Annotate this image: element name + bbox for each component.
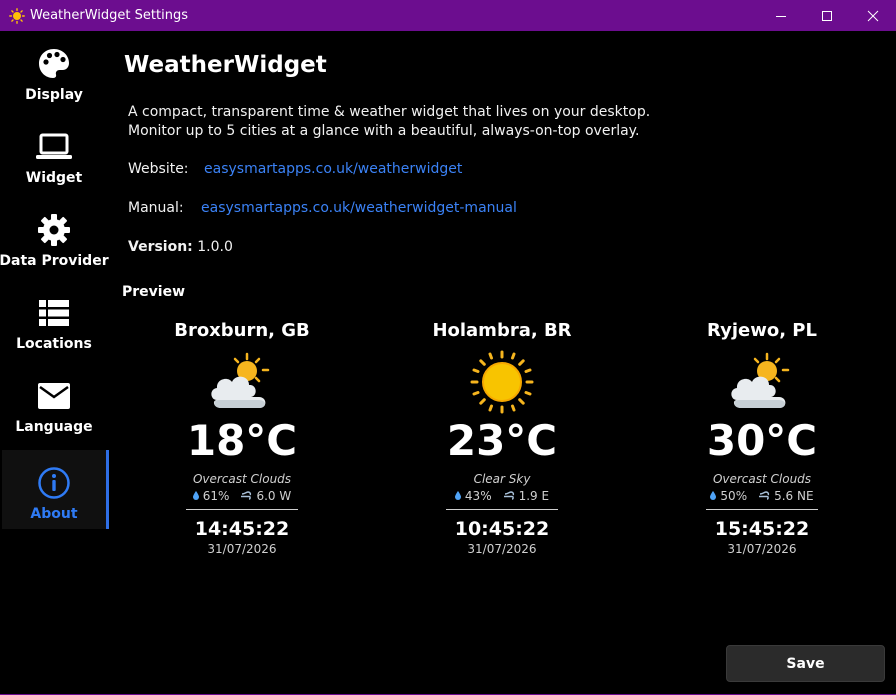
partly-cloudy-icon [652, 348, 872, 416]
minimize-button[interactable] [758, 0, 804, 31]
humidity-value: 61% [202, 489, 230, 503]
sidebar-item-language[interactable]: Language [2, 363, 106, 442]
temperature: 23°C [446, 416, 558, 465]
sidebar-item-display[interactable]: Display [2, 31, 106, 110]
humidity-value: 50% [720, 489, 748, 503]
gear-icon [38, 214, 70, 246]
wind-icon [241, 489, 252, 503]
description-line: A compact, transparent time & weather wi… [128, 104, 651, 120]
sidebar: Display Widget Data Provider Locations L… [0, 31, 110, 695]
weather-card: Holambra, BR 23°C Clear Sky 43% 1.9 E 10… [392, 320, 612, 556]
sidebar-item-label: Data Provider [0, 253, 109, 269]
divider [186, 509, 298, 510]
sidebar-item-data-provider[interactable]: Data Provider [0, 197, 109, 276]
manual-label: Manual: [128, 200, 184, 216]
sun-icon [392, 348, 612, 416]
weather-card: Ryjewo, PL 30°C Overcast Clouds 50% 5.6 … [652, 320, 872, 556]
humidity-icon [454, 489, 461, 503]
sidebar-item-label: Widget [25, 170, 83, 186]
laptop-icon [36, 133, 72, 159]
sidebar-item-label: About [30, 506, 78, 522]
condition: Overcast Clouds [192, 472, 292, 486]
local-date: 31/07/2026 [467, 542, 537, 556]
version-info: Version: 1.0.0 [128, 239, 233, 255]
title-bar: WeatherWidget Settings [0, 0, 896, 31]
sidebar-item-label: Language [15, 419, 93, 435]
wind-icon [759, 489, 770, 503]
close-icon [867, 10, 879, 21]
sidebar-item-label: Locations [16, 336, 92, 352]
sidebar-item-about[interactable]: About [2, 450, 106, 529]
sun-icon [6, 5, 28, 27]
active-indicator [106, 450, 109, 529]
condition: Overcast Clouds [712, 472, 812, 486]
divider [706, 509, 818, 510]
local-time: 15:45:22 [714, 518, 810, 540]
sidebar-item-widget[interactable]: Widget [2, 114, 106, 193]
page-title: WeatherWidget [124, 52, 327, 78]
save-button[interactable]: Save [726, 645, 885, 682]
description: A compact, transparent time & weather wi… [128, 103, 650, 141]
city-name: Broxburn, GB [174, 320, 310, 341]
local-date: 31/07/2026 [207, 542, 277, 556]
temperature: 30°C [706, 416, 818, 465]
sidebar-item-locations[interactable]: Locations [2, 280, 106, 359]
website-link[interactable]: easysmartapps.co.uk/weatherwidget [204, 161, 462, 177]
humidity-icon [192, 489, 199, 503]
wind-value: 6.0 W [256, 489, 292, 503]
manual-link[interactable]: easysmartapps.co.uk/weatherwidget-manual [201, 200, 517, 216]
maximize-button[interactable] [804, 0, 850, 31]
minimize-icon [776, 15, 786, 17]
close-button[interactable] [850, 0, 896, 31]
maximize-icon [822, 10, 832, 21]
local-date: 31/07/2026 [727, 542, 797, 556]
humidity-value: 43% [464, 489, 492, 503]
wind-icon [503, 489, 515, 503]
info-icon [38, 467, 70, 499]
version-value: 1.0.0 [197, 239, 233, 255]
window-title: WeatherWidget Settings [30, 8, 188, 23]
palette-icon [39, 49, 69, 78]
website-label: Website: [128, 161, 189, 177]
city-name: Holambra, BR [432, 320, 572, 341]
local-time: 14:45:22 [194, 518, 290, 540]
temperature: 18°C [186, 416, 298, 465]
envelope-icon [38, 383, 70, 409]
sidebar-item-label: Display [25, 87, 83, 103]
city-name: Ryjewo, PL [707, 320, 817, 341]
wind-value: 5.6 NE [774, 489, 814, 503]
local-time: 10:45:22 [454, 518, 550, 540]
weather-card: Broxburn, GB 18°C Overcast Clouds 61% 6.… [132, 320, 352, 556]
partly-cloudy-icon [132, 348, 352, 416]
wind-value: 1.9 E [518, 489, 550, 503]
preview-label: Preview [122, 284, 186, 300]
condition: Clear Sky [473, 472, 531, 486]
divider [446, 509, 558, 510]
description-line: Monitor up to 5 cities at a glance with … [128, 123, 640, 139]
list-icon [39, 300, 69, 326]
version-label: Version: [128, 239, 193, 255]
humidity-icon [710, 489, 717, 503]
